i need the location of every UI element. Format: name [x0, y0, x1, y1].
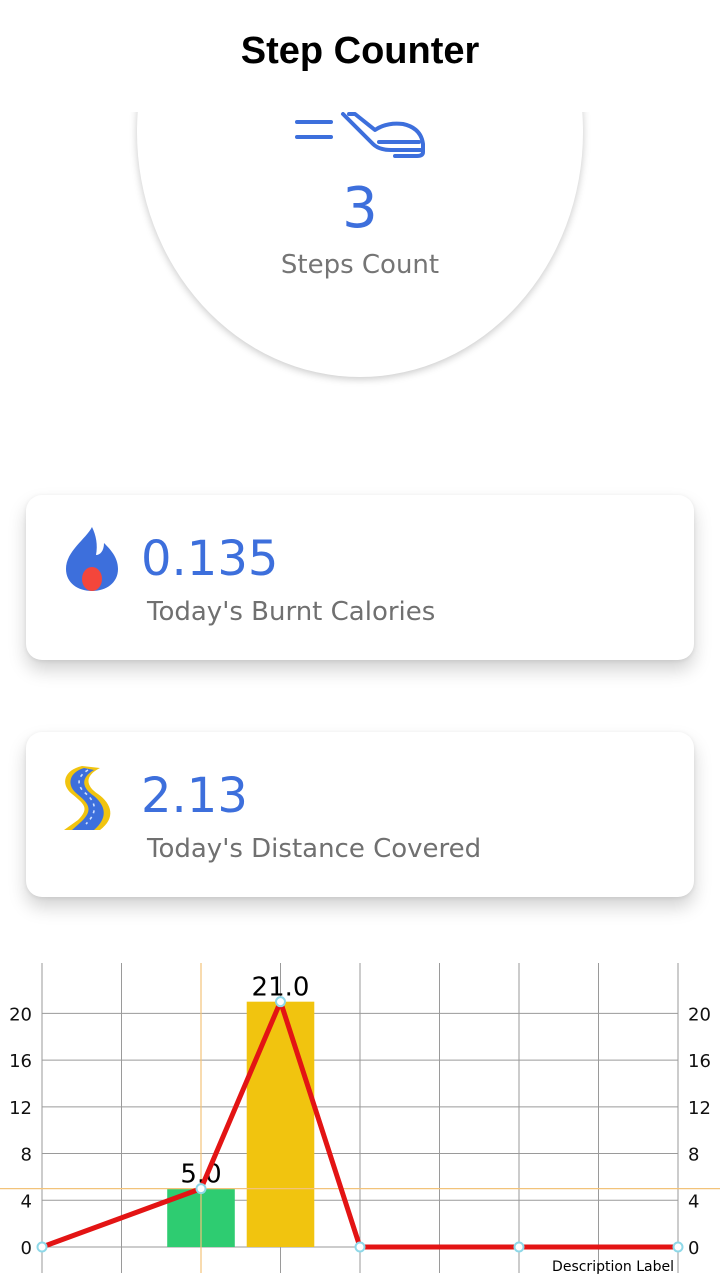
- calories-card: 0.135 Today's Burnt Calories: [26, 495, 694, 660]
- y-tick-label-right: 0: [688, 1238, 699, 1259]
- line-point: [672, 1241, 684, 1253]
- steps-count-value: 3: [342, 176, 378, 241]
- y-tick-label-left: 8: [21, 1145, 32, 1166]
- line-point: [195, 1183, 207, 1195]
- calories-label: Today's Burnt Calories: [147, 597, 436, 627]
- line-point: [354, 1241, 366, 1253]
- distance-value: 2.13: [141, 768, 248, 824]
- combined-chart: 048121620 048121620 5.021.0 Description …: [0, 963, 720, 1275]
- road-icon: [64, 766, 111, 830]
- calories-value: 0.135: [141, 531, 279, 587]
- steps-count-label: Steps Count: [280, 250, 440, 280]
- shoe-icon: [295, 112, 425, 158]
- line-point: [513, 1241, 525, 1253]
- distance-card: 2.13 Today's Distance Covered: [26, 732, 694, 897]
- y-tick-label-left: 16: [9, 1051, 32, 1072]
- chart-description-label: Description Label: [552, 1259, 674, 1275]
- chart-bar: [246, 1001, 315, 1247]
- y-tick-label-left: 4: [21, 1191, 32, 1212]
- y-tick-label-right: 16: [688, 1051, 711, 1072]
- y-tick-label-left: 12: [9, 1098, 32, 1119]
- line-point: [36, 1241, 48, 1253]
- flame-icon: [66, 527, 118, 591]
- y-tick-label-right: 20: [688, 1004, 711, 1025]
- y-tick-label-left: 20: [9, 1004, 32, 1025]
- y-tick-label-left: 0: [21, 1238, 32, 1259]
- line-point: [275, 996, 286, 1008]
- y-tick-label-right: 4: [688, 1191, 699, 1212]
- y-tick-label-right: 8: [688, 1145, 699, 1166]
- page-title: Step Counter: [240, 30, 480, 72]
- distance-label: Today's Distance Covered: [147, 834, 482, 864]
- y-tick-label-right: 12: [688, 1098, 711, 1119]
